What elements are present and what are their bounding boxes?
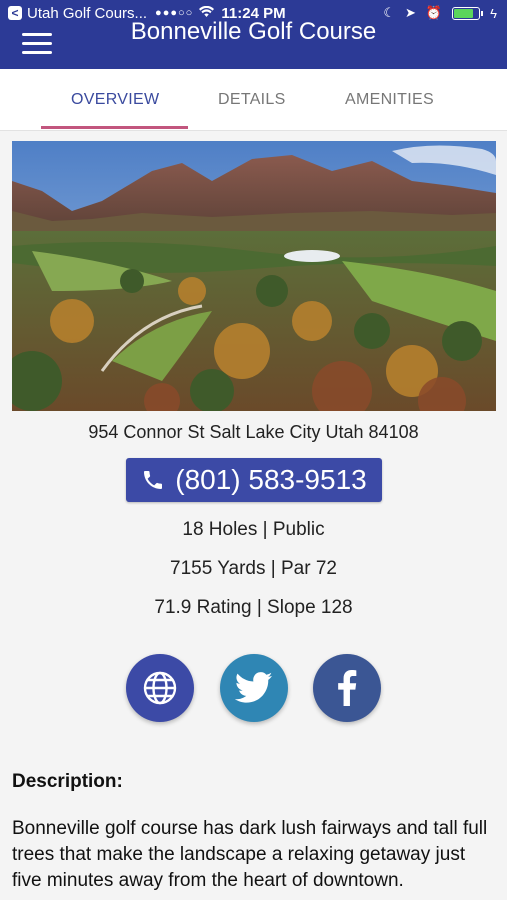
tab-overview[interactable]: OVERVIEW (71, 91, 159, 109)
active-tab-indicator (41, 126, 188, 129)
tab-amenities[interactable]: AMENITIES (345, 91, 434, 109)
website-button[interactable] (126, 654, 194, 722)
phone-number: (801) 583-9513 (175, 464, 367, 495)
facebook-button[interactable] (313, 654, 381, 722)
battery-icon (452, 6, 484, 20)
course-photo (12, 141, 496, 411)
tab-details[interactable]: DETAILS (218, 91, 286, 109)
description-heading: Description: (12, 771, 123, 792)
facebook-icon (338, 670, 357, 706)
yards-par-info: 7155 Yards | Par 72 (170, 558, 337, 579)
page-title: Bonneville Golf Course (130, 18, 377, 45)
location-arrow-icon: ➤ (405, 5, 416, 20)
twitter-button[interactable] (220, 654, 288, 722)
twitter-icon (235, 672, 273, 703)
holes-info: 18 Holes | Public (182, 519, 325, 540)
description-text: Bonneville golf course has dark lush fai… (12, 818, 488, 891)
top-nav-bar: Bonneville Golf Course (0, 20, 507, 69)
phone-icon (144, 471, 163, 489)
carrier-label: Utah Golf Cours... (27, 4, 148, 22)
tab-bar: OVERVIEW DETAILS AMENITIES (0, 69, 507, 131)
call-phone-button[interactable]: (801) 583-9513 (126, 458, 382, 502)
back-to-app-icon[interactable]: < (8, 6, 22, 20)
moon-icon: ☾ (383, 5, 396, 20)
alarm-icon: ⏰ (425, 5, 443, 20)
course-address[interactable]: 954 Connor St Salt Lake City Utah 84108 (0, 422, 507, 443)
charging-icon: ϟ (490, 5, 497, 21)
rating-slope-info: 71.9 Rating | Slope 128 (154, 597, 353, 618)
globe-icon (143, 671, 177, 705)
